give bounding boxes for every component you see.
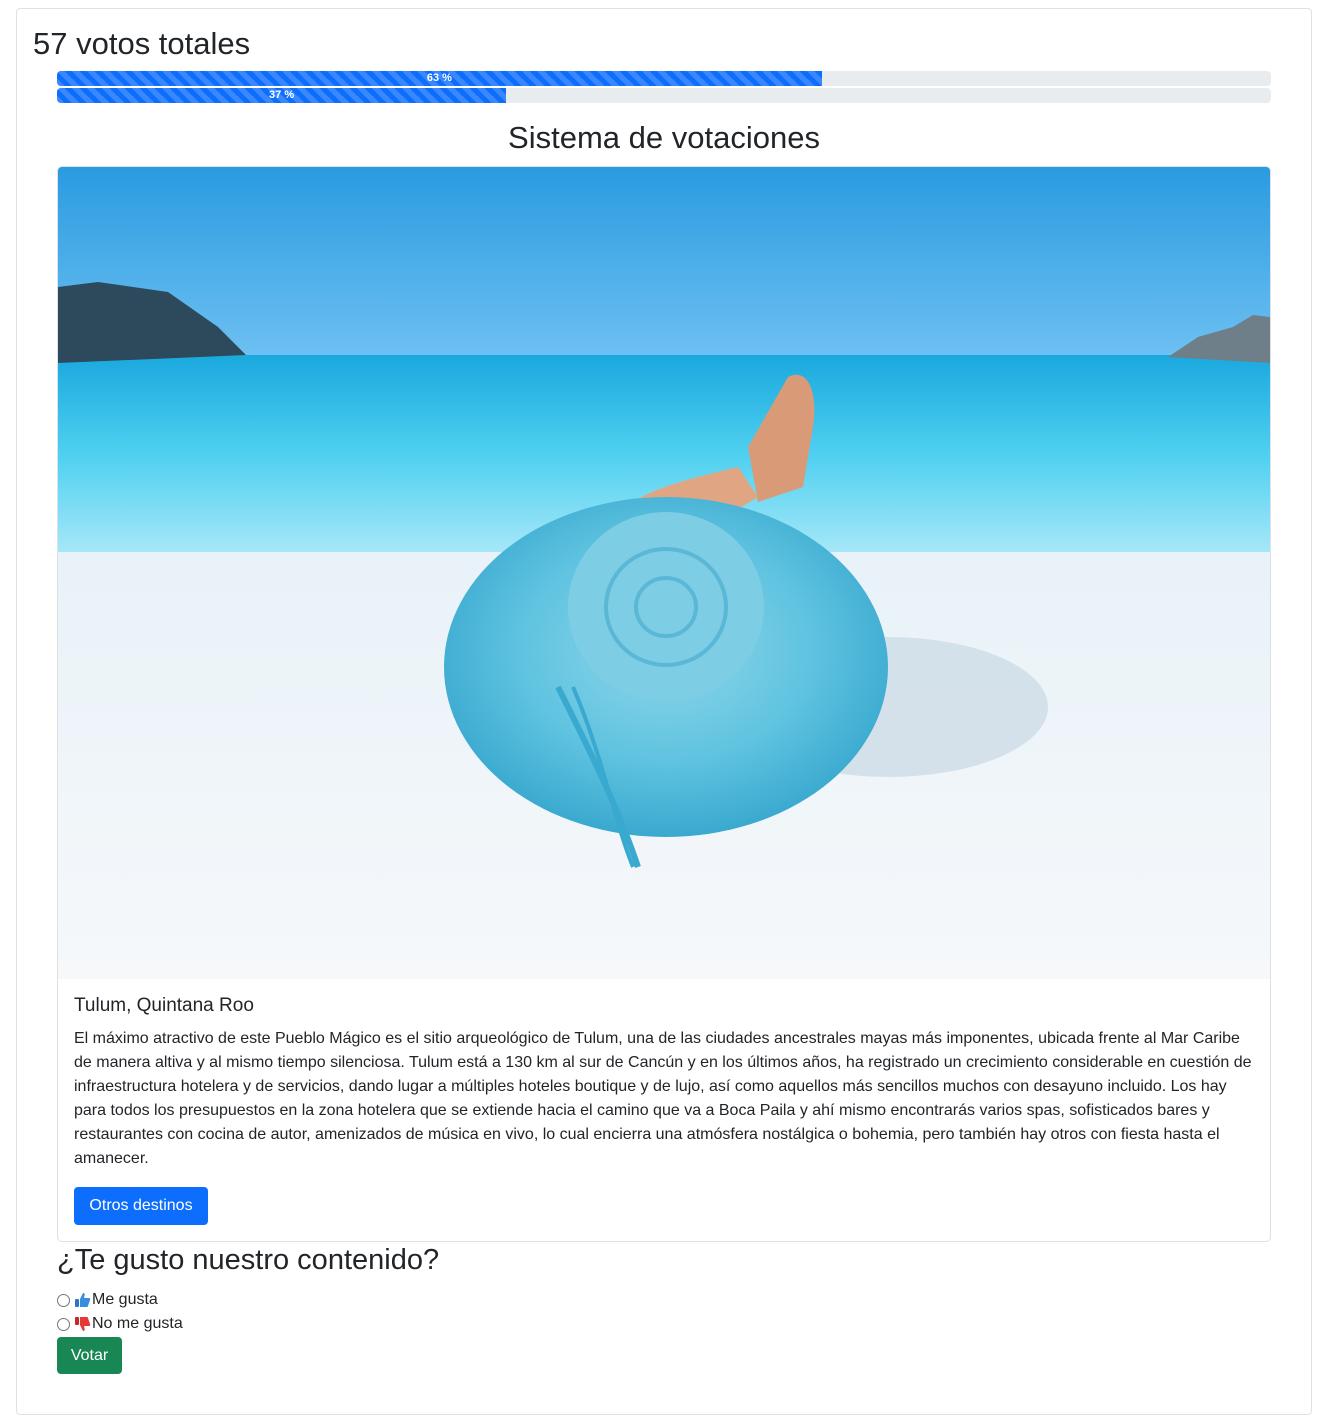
option-dislike[interactable]: No me gusta [57, 1315, 183, 1333]
card-body: Tulum, Quintana Roo El máximo atractivo … [74, 995, 1254, 1171]
option-like[interactable]: Me gusta [57, 1291, 158, 1309]
other-destinations-button[interactable]: Otros destinos [74, 1187, 208, 1225]
thumbs-up-icon [74, 1292, 91, 1308]
page-title: Sistema de votaciones [508, 120, 820, 155]
vote-progress: 63 % 37 % [57, 71, 1271, 105]
total-votes: 57 votos totales [33, 26, 251, 61]
progress-bar-dislikes: 37 % [57, 88, 507, 103]
destination-card: Tulum, Quintana Roo El máximo atractivo … [57, 166, 1271, 1242]
card-description: El máximo atractivo de este Pueblo Mágic… [74, 1030, 1252, 1167]
progress-bar-likes: 63 % [57, 71, 822, 86]
dislike-radio[interactable] [57, 1317, 70, 1331]
thumbs-down-icon [74, 1316, 91, 1332]
vote-button[interactable]: Votar [57, 1337, 122, 1374]
progress-track-dislikes: 37 % [57, 88, 1271, 103]
beach-hat-photo [58, 167, 1270, 979]
progress-track-likes: 63 % [57, 71, 1271, 86]
like-radio[interactable] [57, 1293, 70, 1307]
poll-question: ¿Te gusto nuestro contenido? [57, 1244, 440, 1276]
dislike-label: No me gusta [92, 1315, 183, 1332]
card-title: Tulum, Quintana Roo [74, 995, 254, 1016]
like-label: Me gusta [92, 1291, 158, 1308]
